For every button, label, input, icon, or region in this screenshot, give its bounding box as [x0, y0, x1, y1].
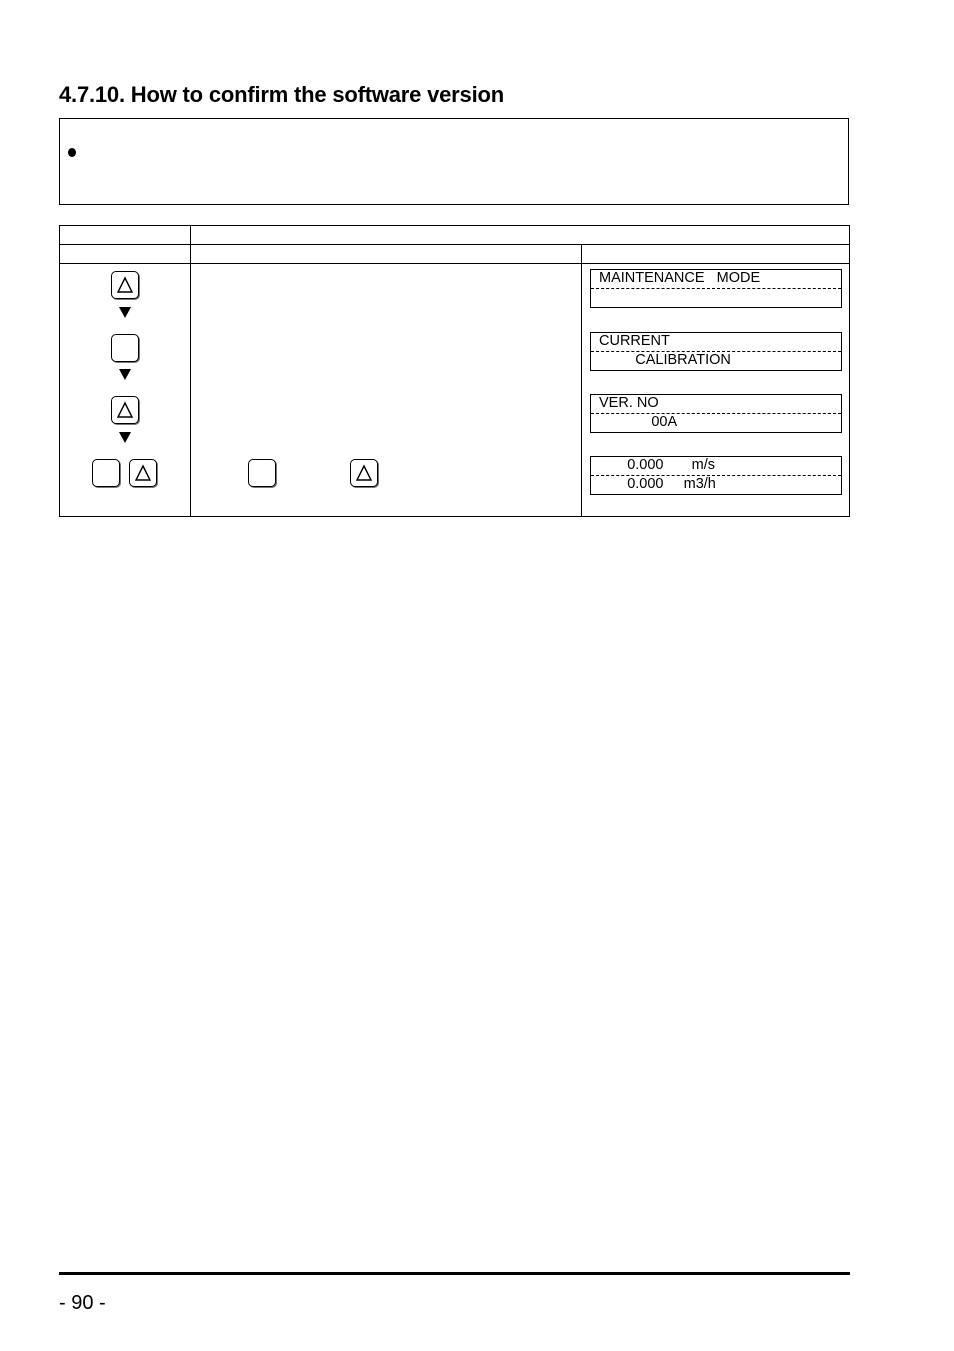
note-box [59, 118, 849, 205]
lcd-line-2: 00A [599, 414, 678, 430]
table-column-divider-2 [581, 244, 582, 517]
ent-key-button[interactable] [111, 334, 139, 362]
up-key-button[interactable] [129, 459, 157, 487]
step-arrow-icon [119, 369, 131, 380]
up-triangle-icon [134, 464, 152, 481]
inline-ent-key-icon [248, 459, 276, 487]
up-key-button[interactable] [111, 271, 139, 299]
table-border-top [59, 225, 850, 226]
table-header-divider [59, 244, 850, 245]
table-border-right [849, 225, 850, 517]
inline-up-key-icon [350, 459, 378, 487]
lcd-line-2: 0.000 m3/h [599, 476, 716, 492]
section-title: 4.7.10. How to confirm the software vers… [59, 82, 504, 107]
lcd-line-2: CALIBRATION [599, 352, 731, 368]
table-header-divider-2 [59, 263, 850, 264]
up-triangle-icon [116, 401, 134, 418]
up-triangle-icon [355, 464, 373, 481]
lcd-display-measurement: 0.000 m/s 0.000 m3/h [590, 456, 842, 495]
step-arrow-icon [119, 307, 131, 318]
lcd-line-1: MAINTENANCE MODE [599, 270, 761, 286]
lcd-line-1: CURRENT [599, 333, 670, 349]
lcd-display-maintenance: MAINTENANCE MODE [590, 269, 842, 308]
footer-rule [59, 1272, 850, 1275]
table-border-left [59, 225, 60, 517]
lcd-display-current-calibration: CURRENT CALIBRATION [590, 332, 842, 371]
table-column-divider-1 [190, 225, 191, 517]
page-number: - 90 - [59, 1292, 106, 1314]
table-border-bottom [59, 516, 850, 517]
lcd-display-version: VER. NO 00A [590, 394, 842, 433]
up-triangle-icon [116, 276, 134, 293]
bullet-icon [68, 148, 76, 157]
lcd-line-1: 0.000 m/s [599, 457, 716, 473]
lcd-divider [591, 288, 841, 289]
up-key-button[interactable] [111, 396, 139, 424]
ent-key-button[interactable] [92, 459, 120, 487]
step-arrow-icon [119, 432, 131, 443]
lcd-line-1: VER. NO [599, 395, 659, 411]
